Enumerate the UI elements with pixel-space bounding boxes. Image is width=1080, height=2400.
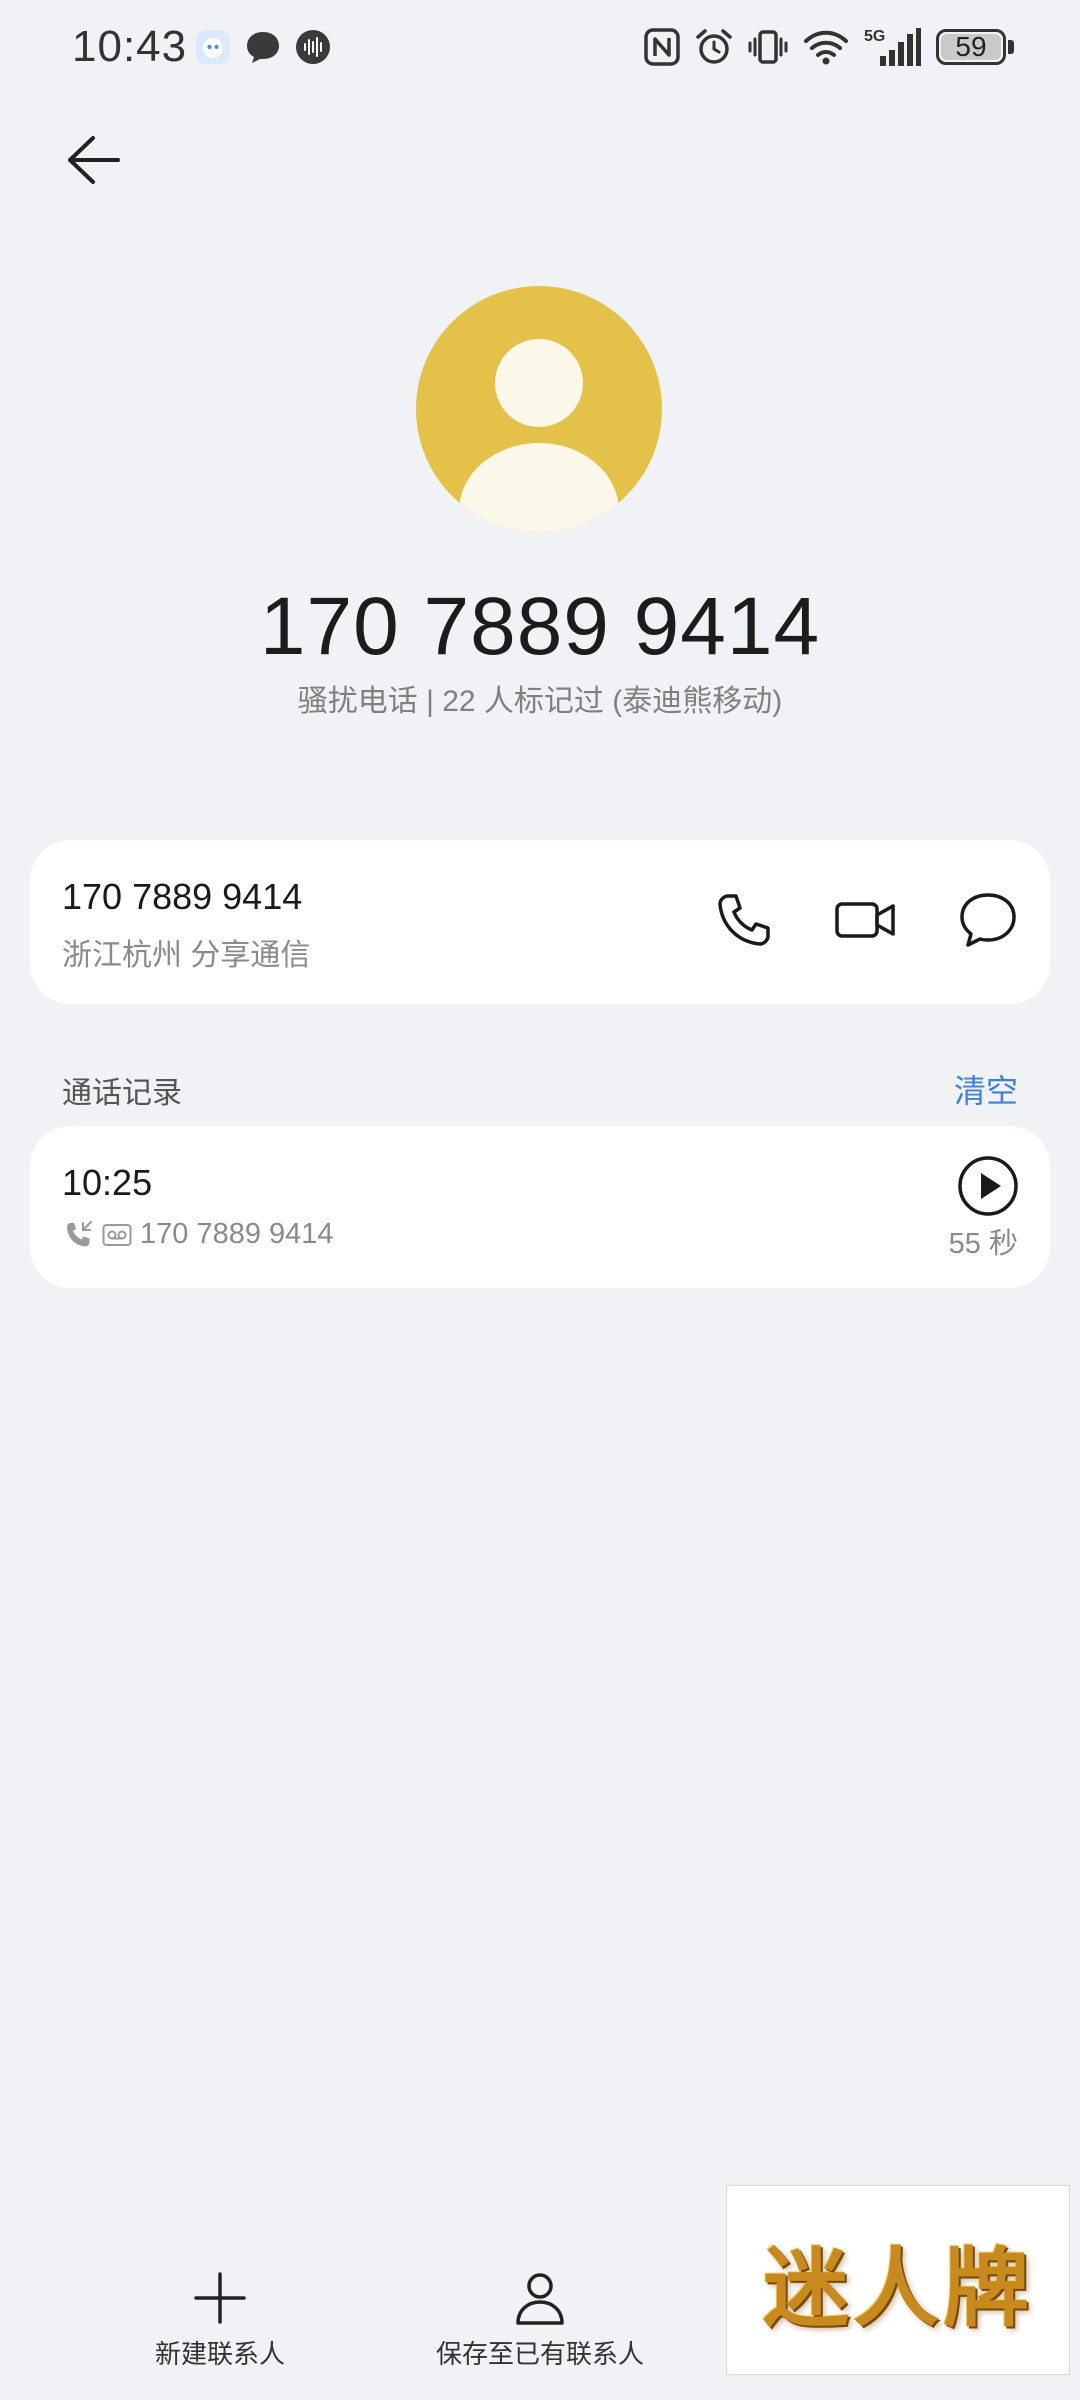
5g-signal-icon: 5G <box>864 28 921 66</box>
wifi-icon <box>804 30 848 65</box>
alarm-icon <box>696 29 732 64</box>
new-contact-label: 新建联系人 <box>154 2339 285 2369</box>
plus-icon <box>194 2272 246 2324</box>
status-time: 10:43 <box>72 22 188 71</box>
play-recording-icon[interactable] <box>956 1154 1020 1218</box>
save-to-existing-contact-button[interactable]: 保存至已有联系人 <box>410 2270 670 2371</box>
vibrate-icon <box>748 30 788 64</box>
number-card-number: 170 7889 9414 <box>62 876 303 917</box>
new-contact-button[interactable]: 新建联系人 <box>90 2270 350 2371</box>
system-icons: 5G 59 <box>644 26 1014 68</box>
nfc-icon <box>644 28 680 66</box>
call-log-entry[interactable]: 10:25 170 7889 9414 55 秒 <box>30 1126 1050 1288</box>
incoming-call-icon <box>67 1220 92 1246</box>
avatar <box>416 286 662 532</box>
battery-icon: 59 <box>936 27 1014 67</box>
person-placeholder-icon <box>459 339 619 532</box>
call-log-title: 通话记录 <box>62 1077 182 1110</box>
watermark-logo: 迷人牌 <box>726 2185 1070 2375</box>
video-call-button[interactable] <box>826 880 906 960</box>
phone-icon <box>718 894 770 946</box>
video-call-icon <box>835 902 895 938</box>
battery-level: 59 <box>955 31 987 62</box>
clear-call-log-button[interactable]: 清空 <box>954 1066 1018 1112</box>
number-card: 170 7889 9414 浙江杭州 分享通信 <box>30 840 1050 1004</box>
call-log-duration: 55 秒 <box>948 1228 1018 1260</box>
spam-tag-line: 骚扰电话 | 22 人标记过 (泰迪熊移动) <box>297 685 783 718</box>
status-bar: 10:43 5G 59 <box>0 0 1080 100</box>
call-log-meta: 170 7889 9414 <box>64 1218 334 1251</box>
header-phone-number: 170 7889 9414 <box>259 581 821 672</box>
call-button[interactable] <box>704 880 784 960</box>
network-label: 5G <box>864 28 885 45</box>
back-button[interactable] <box>58 130 128 190</box>
call-log-time: 10:25 <box>62 1162 153 1203</box>
call-log-number: 170 7889 9414 <box>140 1218 334 1250</box>
voice-recorder-icon <box>296 30 330 64</box>
message-button[interactable] <box>948 880 1028 960</box>
person-icon <box>516 2273 564 2325</box>
save-to-existing-contact-label: 保存至已有联系人 <box>435 2339 644 2369</box>
arrow-left-icon <box>68 136 120 184</box>
number-card-location: 浙江杭州 分享通信 <box>62 939 311 972</box>
voicemail-icon <box>102 1223 132 1246</box>
notification-icons <box>194 28 332 66</box>
assistant-app-icon <box>196 30 230 64</box>
message-icon <box>960 893 1016 947</box>
watermark-text: 迷人牌 <box>763 2237 1033 2339</box>
message-bubble-icon <box>247 32 279 63</box>
